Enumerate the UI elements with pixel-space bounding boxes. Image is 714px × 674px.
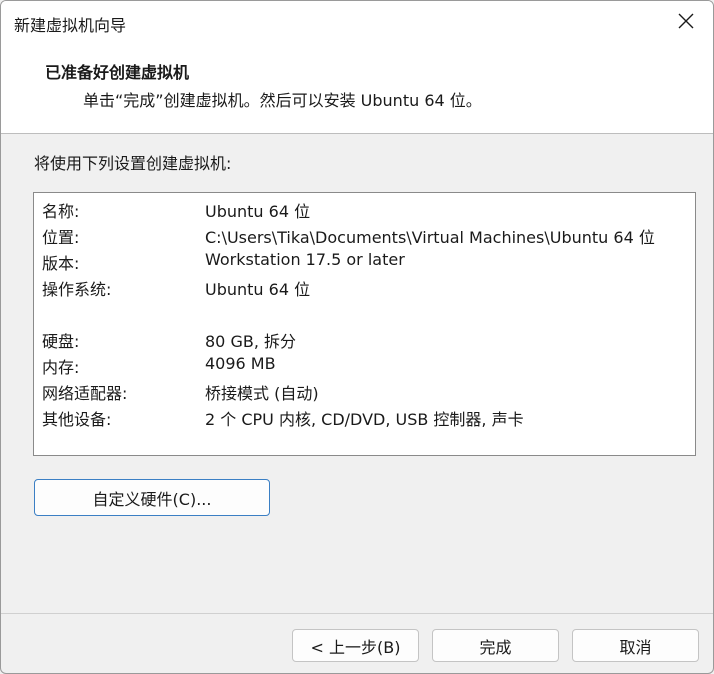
- wizard-header: 已准备好创建虚拟机 单击“完成”创建虚拟机。然后可以安装 Ubuntu 64 位…: [1, 45, 713, 134]
- summary-value: C:\Users\Tika\Documents\Virtual Machines…: [205, 228, 655, 247]
- summary-value: Ubuntu 64 位: [205, 280, 311, 299]
- summary-value: 桥接模式 (自动): [205, 384, 319, 403]
- settings-summary-box[interactable]: 名称: Ubuntu 64 位 位置: C:\Users\Tika\Docume…: [33, 192, 696, 456]
- customize-hardware-button[interactable]: 自定义硬件(C)...: [34, 479, 270, 516]
- summary-key: 网络适配器:: [42, 384, 128, 403]
- summary-row-name: 名称: Ubuntu 64 位: [42, 195, 692, 221]
- summary-label: 将使用下列设置创建虚拟机:: [34, 154, 232, 173]
- summary-row-version: 版本: Workstation 17.5 or later: [42, 247, 692, 273]
- close-icon: [678, 13, 694, 33]
- summary-key: 硬盘:: [42, 332, 80, 351]
- summary-value: 4096 MB: [205, 354, 276, 373]
- summary-value: Workstation 17.5 or later: [205, 250, 405, 269]
- cancel-button[interactable]: 取消: [572, 629, 699, 662]
- summary-row-os: 操作系统: Ubuntu 64 位: [42, 273, 692, 299]
- summary-row-location: 位置: C:\Users\Tika\Documents\Virtual Mach…: [42, 221, 692, 247]
- header-title: 已准备好创建虚拟机: [45, 63, 190, 82]
- title-bar: 新建虚拟机向导: [1, 1, 713, 45]
- summary-key: 名称:: [42, 202, 80, 221]
- summary-row-network: 网络适配器: 桥接模式 (自动): [42, 377, 692, 403]
- summary-key: 操作系统:: [42, 280, 112, 299]
- close-button[interactable]: [663, 5, 709, 41]
- summary-key: 内存:: [42, 358, 80, 377]
- summary-row-disk: 硬盘: 80 GB, 拆分: [42, 325, 692, 351]
- summary-value: 80 GB, 拆分: [205, 332, 296, 351]
- summary-key: 版本:: [42, 254, 80, 273]
- window-title: 新建虚拟机向导: [14, 16, 127, 35]
- summary-key: 位置:: [42, 228, 80, 247]
- summary-row-other-devices: 其他设备: 2 个 CPU 内核, CD/DVD, USB 控制器, 声卡: [42, 403, 692, 429]
- summary-value: Ubuntu 64 位: [205, 202, 311, 221]
- finish-button[interactable]: 完成: [432, 629, 559, 662]
- new-vm-wizard-dialog: 新建虚拟机向导 已准备好创建虚拟机 单击“完成”创建虚拟机。然后可以安装 Ubu…: [0, 0, 714, 674]
- summary-key: 其他设备:: [42, 410, 112, 429]
- summary-value: 2 个 CPU 内核, CD/DVD, USB 控制器, 声卡: [205, 410, 524, 429]
- footer-divider: [1, 613, 713, 614]
- summary-row-memory: 内存: 4096 MB: [42, 351, 692, 377]
- back-button[interactable]: < 上一步(B): [292, 629, 419, 662]
- header-subtitle: 单击“完成”创建虚拟机。然后可以安装 Ubuntu 64 位。: [83, 91, 482, 110]
